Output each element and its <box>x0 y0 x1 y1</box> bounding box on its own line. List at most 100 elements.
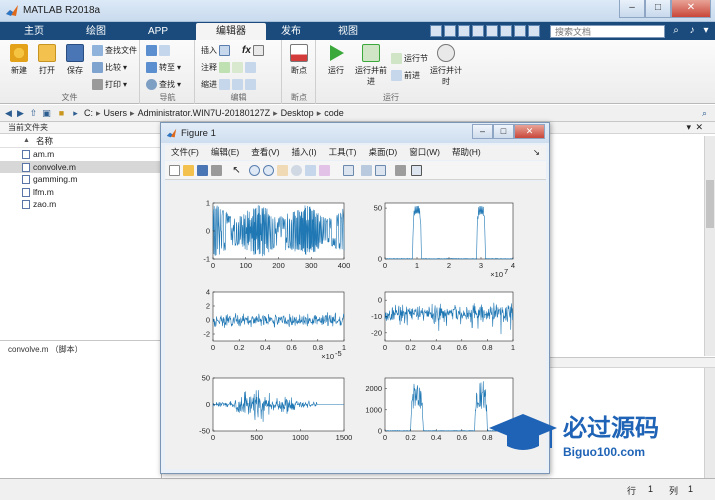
path-segment[interactable]: Desktop <box>281 108 314 119</box>
fx-button[interactable]: fx <box>242 45 264 56</box>
show-plot-tools-icon[interactable] <box>411 165 422 176</box>
run-and-time-button[interactable]: 运行并计时 <box>429 44 463 87</box>
link-plot-icon[interactable] <box>343 165 354 176</box>
advance-button[interactable]: 前进 <box>391 70 420 81</box>
path-dropdown-icon[interactable]: ▸ <box>70 108 81 119</box>
path-segment[interactable]: Users <box>104 108 128 119</box>
run-button[interactable]: 运行 <box>321 44 351 76</box>
figure-close-button[interactable]: ✕ <box>514 124 545 139</box>
menu-tools[interactable]: 工具(T) <box>323 145 363 160</box>
editor-close-icon[interactable]: ✕ <box>695 122 703 133</box>
path-search-icon[interactable]: ⌕ <box>699 108 710 119</box>
redo-quick-icon[interactable] <box>500 25 512 37</box>
file-list-item[interactable]: gamming.m <box>0 173 161 186</box>
zoom-out-icon[interactable] <box>263 165 274 176</box>
close-button[interactable]: ✕ <box>671 0 711 18</box>
insert-button[interactable]: 插入 <box>201 45 230 56</box>
undo-quick-icon[interactable] <box>486 25 498 37</box>
switch-windows-icon[interactable] <box>514 25 526 37</box>
subplot-axes[interactable]: 0 0.2 0.4 0.6 0.8 1 0 -10 -20 <box>371 291 515 352</box>
tab-view[interactable]: 视图 <box>322 23 374 40</box>
browse-folder-icon[interactable]: ▣ <box>41 108 52 119</box>
save-button[interactable]: 保存 <box>60 44 90 76</box>
cut-quick-icon[interactable] <box>444 25 456 37</box>
hide-plot-tools-icon[interactable] <box>395 165 406 176</box>
back-forward-button[interactable] <box>146 45 170 56</box>
path-segment[interactable]: Administrator.WIN7U-20180127Z <box>138 108 271 119</box>
file-list-item[interactable]: lfm.m <box>0 186 161 199</box>
goto-button[interactable]: 转至 ▾ <box>146 62 181 73</box>
insert-colorbar-icon[interactable] <box>361 165 372 176</box>
brush-icon[interactable] <box>319 165 330 176</box>
path-segment[interactable]: code <box>324 108 344 119</box>
help-quick-icon[interactable] <box>528 25 540 37</box>
subplot-axes[interactable]: 0 500 1000 1500500-50 <box>199 374 352 443</box>
rotate-3d-icon[interactable] <box>291 165 302 176</box>
tab-publish[interactable]: 发布 <box>270 23 312 40</box>
scrollbar-thumb[interactable] <box>706 180 714 228</box>
run-section-button[interactable]: 运行节 <box>391 53 428 64</box>
name-column-header[interactable]: ▲ 名称 <box>0 134 161 148</box>
y-tick-label: 0 <box>206 316 210 325</box>
subplot-axes[interactable]: 0 1 2 3 4 50 0 ×10 7 <box>374 202 515 279</box>
forward-arrow-icon[interactable]: ▶ <box>15 108 26 119</box>
find-button[interactable]: 查找 ▾ <box>146 79 181 90</box>
pan-hand-icon[interactable] <box>277 165 288 176</box>
insert-legend-icon[interactable] <box>375 165 386 176</box>
pointer-arrow-icon[interactable]: ↖ <box>231 165 242 176</box>
subplot-axes[interactable]: 0 100 200 300 40010-1 <box>203 199 350 271</box>
print-figure-icon[interactable] <box>211 165 222 176</box>
file-list-item[interactable]: zao.m <box>0 198 161 211</box>
new-button[interactable]: 新建 <box>4 44 34 76</box>
paste-quick-icon[interactable] <box>472 25 484 37</box>
figure-maximize-button[interactable]: □ <box>493 124 514 139</box>
y-tick-label: 2 <box>206 302 210 311</box>
open-file-icon[interactable] <box>183 165 194 176</box>
tab-apps[interactable]: APP <box>132 23 184 40</box>
notification-bell-icon[interactable]: ♪ <box>686 25 698 37</box>
run-and-advance-button[interactable]: 运行并前进 <box>353 44 389 87</box>
compare-button[interactable]: 比较 ▾ <box>92 62 127 73</box>
x-tick-label: 0 <box>383 343 387 352</box>
minimize-button[interactable]: – <box>619 0 645 18</box>
subplot-axes[interactable]: 0 0.2 0.4 0.6 0.8 1420-2×10 -5 <box>203 288 346 362</box>
menu-desktop[interactable]: 桌面(D) <box>362 145 403 160</box>
save-quick-icon[interactable] <box>430 25 442 37</box>
figure-minimize-button[interactable]: – <box>472 124 493 139</box>
tab-plots[interactable]: 绘图 <box>70 23 122 40</box>
tab-home[interactable]: 主页 <box>8 23 60 40</box>
copy-quick-icon[interactable] <box>458 25 470 37</box>
menu-insert[interactable]: 插入(I) <box>286 145 323 160</box>
back-arrow-icon[interactable]: ◀ <box>3 108 14 119</box>
search-icon[interactable]: ⌕ <box>670 25 682 37</box>
file-list-item[interactable]: convolve.m <box>0 160 161 173</box>
find-files-button[interactable]: 查找文件 <box>92 45 137 56</box>
ribbon-options-icon[interactable]: ▾ <box>700 25 712 37</box>
menu-window[interactable]: 窗口(W) <box>403 145 446 160</box>
editor-options-icon[interactable]: ▾ <box>686 122 691 133</box>
open-button[interactable]: 打开 <box>32 44 62 76</box>
menu-view[interactable]: 查看(V) <box>245 145 285 160</box>
zoom-in-icon[interactable] <box>249 165 260 176</box>
menu-edit[interactable]: 编辑(E) <box>205 145 245 160</box>
maximize-button[interactable]: □ <box>645 0 671 18</box>
new-figure-icon[interactable] <box>169 165 180 176</box>
save-figure-icon[interactable] <box>197 165 208 176</box>
command-window-scrollbar[interactable] <box>704 368 715 479</box>
menu-help[interactable]: 帮助(H) <box>446 145 487 160</box>
comment-button[interactable]: 注释 <box>201 62 256 73</box>
print-button[interactable]: 打印 ▾ <box>92 79 127 90</box>
dock-arrow-icon[interactable]: ↘ <box>527 145 546 160</box>
figure-title-bar[interactable]: Figure 1 – □ ✕ <box>161 123 549 143</box>
path-segment[interactable]: C: <box>84 108 93 119</box>
file-list-item[interactable]: am.m <box>0 148 161 161</box>
tab-editor[interactable]: 编辑器 <box>196 23 266 40</box>
editor-vertical-scrollbar[interactable] <box>704 136 715 356</box>
indent-button[interactable]: 缩进 <box>201 79 256 90</box>
editor-pane[interactable] <box>548 122 715 356</box>
search-documentation-input[interactable] <box>550 25 665 38</box>
breakpoints-button[interactable]: 断点 <box>284 44 314 76</box>
data-cursor-icon[interactable] <box>305 165 316 176</box>
menu-file[interactable]: 文件(F) <box>165 145 205 160</box>
up-folder-icon[interactable]: ⇧ <box>28 108 39 119</box>
